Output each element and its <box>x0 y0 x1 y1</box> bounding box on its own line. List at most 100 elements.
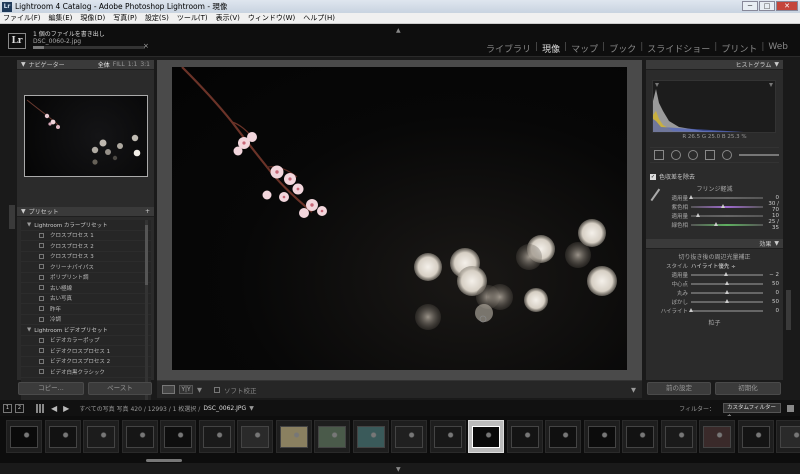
copy-settings-button[interactable]: コピー... <box>18 382 84 395</box>
bottom-panel-toggle-icon[interactable]: ▼ <box>396 466 401 473</box>
menu-item-8[interactable]: ヘルプ(H) <box>303 13 335 23</box>
menu-item-4[interactable]: 設定(S) <box>145 13 169 23</box>
slider-knob-icon[interactable] <box>714 221 719 226</box>
style-select[interactable]: ハイライト優先 ÷ <box>691 262 736 270</box>
filmstrip-thumbnail[interactable] <box>121 420 158 453</box>
filmstrip-thumbnail[interactable] <box>699 420 735 453</box>
vignette-row[interactable]: 適用量 − 2 <box>646 270 783 279</box>
fringe-value[interactable]: 25 / 35 <box>763 219 779 231</box>
tool-slider[interactable] <box>739 154 779 156</box>
zoom-1to1-option[interactable]: 1:1 <box>128 61 138 68</box>
current-filename[interactable]: DSC_0062.JPG <box>203 405 246 412</box>
crop-tool-icon[interactable] <box>654 150 664 160</box>
graduated-filter-icon[interactable] <box>705 150 715 160</box>
zoom-fill-option[interactable]: FILL <box>113 61 125 68</box>
vignette-value[interactable]: − 2 <box>763 272 779 278</box>
view-dropdown-icon[interactable]: ▼ <box>197 386 202 394</box>
adjustment-brush-icon[interactable] <box>722 150 732 160</box>
filmstrip-thumbnail[interactable] <box>776 420 800 453</box>
vignette-row[interactable]: 丸み 0 <box>646 288 783 297</box>
slider-knob-icon[interactable] <box>725 289 729 294</box>
filmstrip-thumbnail[interactable] <box>314 420 350 453</box>
module-tab-1[interactable]: 現像 <box>538 42 564 55</box>
slider-knob-icon[interactable] <box>696 212 701 217</box>
preset-item[interactable]: ポリプリント調 <box>21 273 151 283</box>
menu-item-6[interactable]: 表示(V) <box>216 13 240 23</box>
fringe-slider[interactable] <box>689 194 763 199</box>
vignette-value[interactable]: 50 <box>763 299 779 305</box>
spot-removal-icon[interactable] <box>671 150 681 160</box>
vignette-slider[interactable] <box>691 280 763 285</box>
preset-item[interactable]: 古い写真 <box>21 294 151 304</box>
menu-item-0[interactable]: ファイル(F) <box>3 13 41 23</box>
slider-knob-icon[interactable] <box>689 307 693 312</box>
cancel-export-button[interactable]: × <box>143 42 149 50</box>
menu-item-1[interactable]: 編集(E) <box>49 13 73 23</box>
previous-settings-button[interactable]: 前の設定 <box>647 382 711 395</box>
preset-item[interactable]: ビデオクロスプロセス 2 <box>21 357 151 367</box>
vignette-style-row[interactable]: スタイル ハイライト優先 ÷ <box>646 261 783 270</box>
forward-arrow-icon[interactable]: ▶ <box>63 404 69 413</box>
zoom-fit-option[interactable]: 全体 <box>98 60 110 69</box>
slider-knob-icon[interactable] <box>725 298 729 303</box>
source-breadcrumb[interactable]: すべての写真 写真 420 / 12993 / 1 枚選択 / <box>79 404 200 413</box>
slider-knob-icon[interactable] <box>725 280 729 285</box>
right-panel-scrollbar[interactable] <box>786 290 791 330</box>
filmstrip-thumbnail[interactable] <box>6 420 42 453</box>
preset-item[interactable]: 冷調 <box>21 315 151 325</box>
histogram-header[interactable]: ヒストグラム ▼ <box>646 60 783 70</box>
maximize-button[interactable]: □ <box>759 1 775 11</box>
menu-item-2[interactable]: 現像(D) <box>80 13 105 23</box>
preset-item[interactable]: ビデオクロスプロセス 1 <box>21 346 151 357</box>
presets-header[interactable]: ▼ プリセット + <box>17 207 154 217</box>
zoom-3to1-option[interactable]: 3:1 <box>140 61 150 68</box>
menu-item-5[interactable]: ツール(T) <box>177 13 208 23</box>
fringe-value[interactable]: 30 / 70 <box>763 201 779 213</box>
slider-knob-icon[interactable] <box>689 194 693 199</box>
filmstrip-thumbnail[interactable] <box>737 420 774 453</box>
module-tab-0[interactable]: ライブラリ <box>482 42 535 55</box>
preset-item[interactable]: クリーナパイパス <box>21 262 151 273</box>
vignette-value[interactable]: 0 <box>763 290 780 296</box>
reset-button[interactable]: 初期化 <box>715 382 781 395</box>
filmstrip-thumbnail[interactable] <box>622 420 658 453</box>
vignette-slider[interactable] <box>691 289 763 294</box>
vignette-row[interactable]: ハイライト 0 <box>646 306 783 315</box>
module-tab-6[interactable]: Web <box>764 42 792 55</box>
fringe-row[interactable]: 緑色相 25 / 35 <box>646 219 783 231</box>
loupe-view-button[interactable] <box>162 385 175 394</box>
folder-triangle-icon[interactable]: ▼ <box>27 327 31 333</box>
filmstrip-thumbnail[interactable] <box>506 420 543 453</box>
preset-item[interactable]: ビデオカラーポップ <box>21 336 151 346</box>
fringe-slider[interactable] <box>691 203 763 208</box>
filmstrip-thumbnail[interactable] <box>198 420 235 453</box>
vignette-value[interactable]: 0 <box>763 308 780 314</box>
filter-toggle-icon[interactable] <box>787 404 794 412</box>
filmstrip-thumbnail[interactable] <box>352 420 389 453</box>
fringe-row[interactable]: 紫色相 30 / 70 <box>646 201 783 213</box>
preset-folder[interactable]: ▼ Lightroom カラープリセット <box>21 220 151 231</box>
vignette-value[interactable]: 50 <box>763 281 779 287</box>
top-panel-toggle-icon[interactable]: ▲ <box>396 27 401 34</box>
main-photo[interactable] <box>172 67 627 370</box>
module-tab-4[interactable]: スライドショー <box>643 42 714 55</box>
filmstrip-thumbnail[interactable] <box>391 420 427 453</box>
main-window-button[interactable]: 1 <box>3 403 12 413</box>
back-arrow-icon[interactable]: ◀ <box>51 404 57 413</box>
vignette-slider[interactable] <box>689 307 763 312</box>
soft-proof-checkbox[interactable] <box>214 386 220 393</box>
module-tab-2[interactable]: マップ <box>567 42 602 55</box>
preset-item[interactable]: クロスプロセス 1 <box>21 231 151 241</box>
filmstrip-thumbnail[interactable] <box>237 420 273 453</box>
remove-ca-row[interactable]: ✓ 色収差を除去 <box>646 169 783 184</box>
filter-select[interactable]: カスタムフィルター ÷ <box>723 403 781 419</box>
preset-item[interactable]: 昨年 <box>21 304 151 315</box>
filmstrip-scrollbar[interactable] <box>146 459 182 462</box>
filmstrip-thumbnail[interactable] <box>660 420 697 453</box>
preset-folder[interactable]: ▼ Lightroom ビデオプリセット <box>21 325 151 336</box>
paste-settings-button[interactable]: ペースト <box>88 382 152 395</box>
menu-item-7[interactable]: ウィンドウ(W) <box>248 13 295 23</box>
filmstrip-thumbnail[interactable] <box>44 420 81 453</box>
vignette-slider[interactable] <box>691 298 763 303</box>
filmstrip-thumbnail[interactable] <box>429 420 466 453</box>
